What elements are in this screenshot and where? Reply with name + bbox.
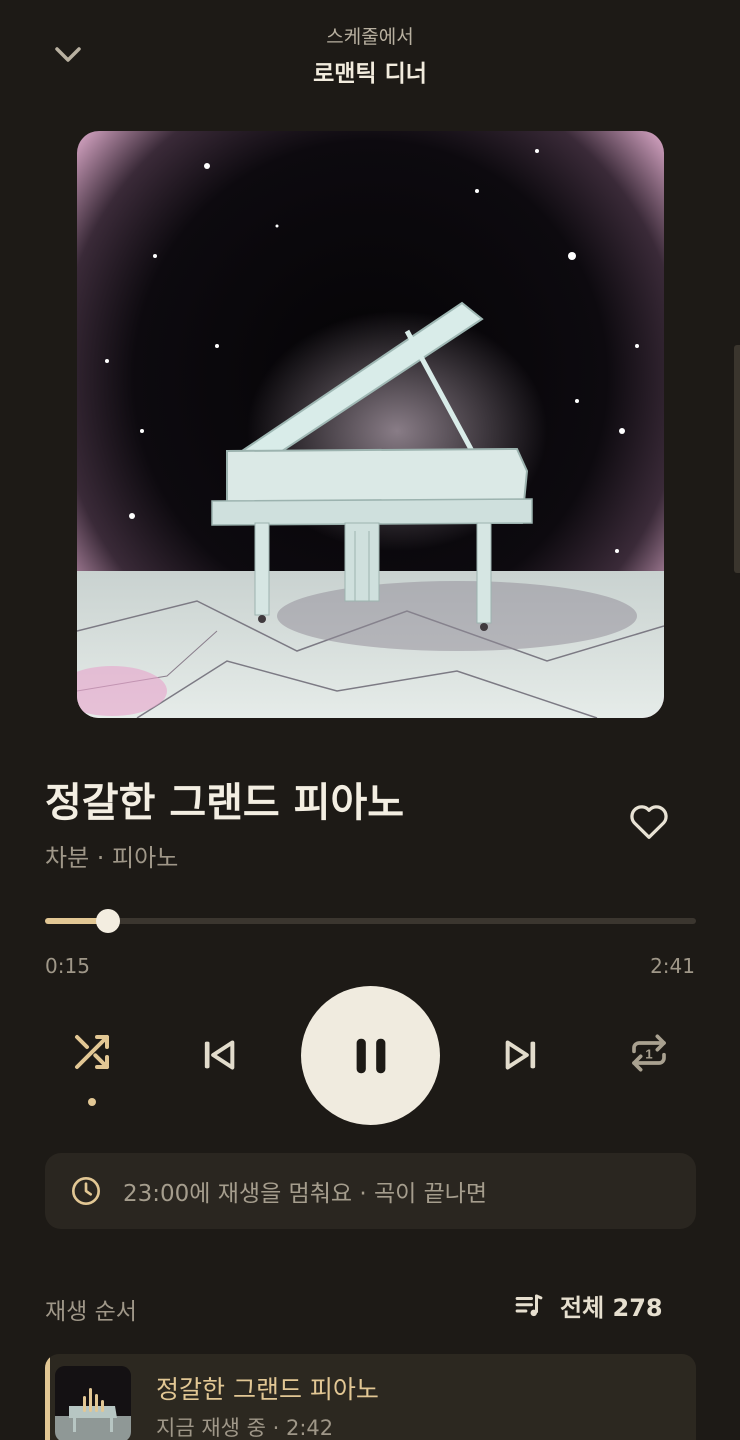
track-meta: 차분 · 피아노 xyxy=(45,844,179,872)
heart-outline-icon xyxy=(630,805,668,839)
skip-next-icon xyxy=(505,1040,536,1070)
clock-icon xyxy=(69,1174,103,1208)
schedule-name: 로맨틱 디너 xyxy=(313,61,427,87)
pause-icon xyxy=(356,1038,385,1073)
scroll-indicator[interactable] xyxy=(734,345,740,573)
sleep-timer-bar[interactable]: 23:00에 재생을 멈춰요 · 곡이 끝나면 xyxy=(45,1153,696,1229)
shuffle-icon xyxy=(75,1035,109,1069)
queue-item-title: 정갈한 그랜드 피아노 xyxy=(156,1375,379,1404)
queue-all-button[interactable]: 전체 278 xyxy=(512,1288,663,1323)
now-playing-accent xyxy=(45,1354,50,1440)
next-button[interactable] xyxy=(494,1028,548,1082)
favorite-button[interactable] xyxy=(624,796,674,846)
queue-heading: 재생 순서 xyxy=(45,1299,137,1325)
shuffle-button[interactable] xyxy=(66,1026,118,1078)
progress-bar[interactable] xyxy=(45,909,696,933)
skip-previous-icon xyxy=(204,1040,235,1070)
source-label: 스케줄에서 xyxy=(326,26,414,48)
previous-button[interactable] xyxy=(192,1028,246,1082)
queue-music-icon xyxy=(512,1289,546,1323)
queue-all-label: 전체 278 xyxy=(560,1294,663,1322)
pause-button[interactable] xyxy=(301,986,440,1125)
queue-item-now-playing[interactable]: 정갈한 그랜드 피아노 지금 재생 중 · 2:42 xyxy=(45,1354,696,1440)
shuffle-active-indicator xyxy=(88,1098,96,1106)
track-title: 정갈한 그랜드 피아노 xyxy=(45,780,405,826)
repeat-one-icon: 1 xyxy=(632,1034,666,1072)
sleep-timer-text: 23:00에 재생을 멈춰요 · 곡이 끝나면 xyxy=(123,1181,488,1207)
svg-text:1: 1 xyxy=(645,1047,653,1062)
progress-handle[interactable] xyxy=(96,909,120,933)
queue-item-thumbnail xyxy=(55,1366,131,1440)
total-time: 2:41 xyxy=(650,954,695,978)
player-header: 스케줄에서 로맨틱 디너 xyxy=(0,0,740,110)
current-time: 0:15 xyxy=(45,954,90,978)
album-artwork xyxy=(77,131,664,718)
repeat-one-button[interactable]: 1 xyxy=(622,1026,676,1080)
queue-item-subtitle: 지금 재생 중 · 2:42 xyxy=(156,1416,334,1440)
